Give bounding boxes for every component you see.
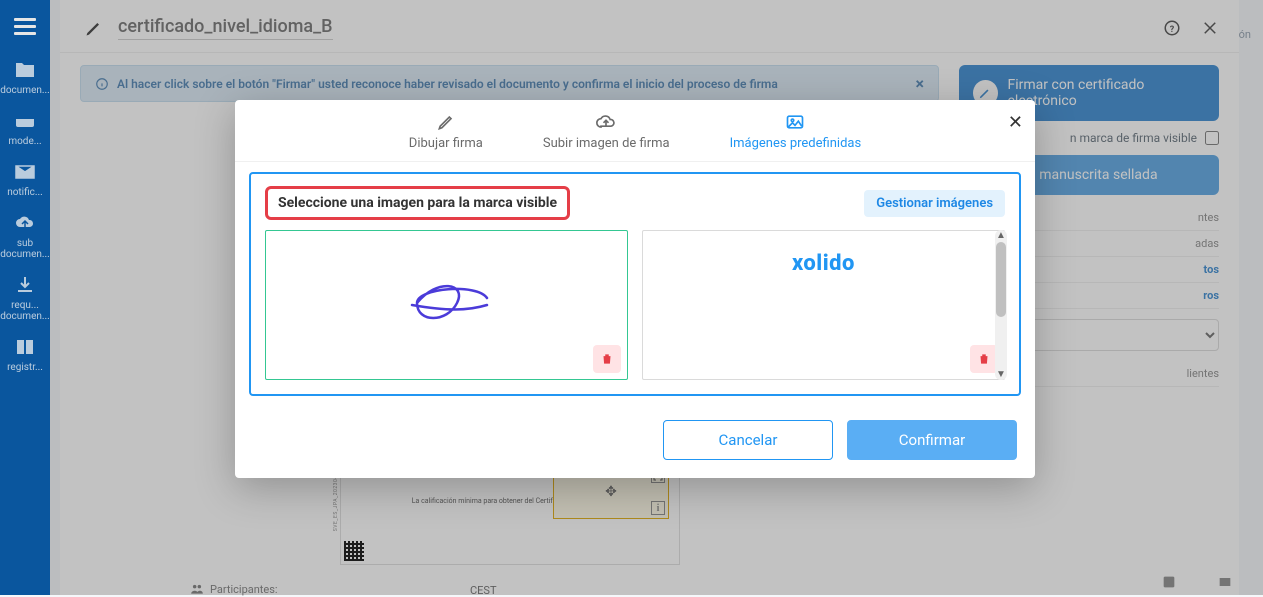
image-card-logo[interactable]: xolido — [642, 230, 1005, 380]
sidebar-item-records[interactable]: registr... — [1, 336, 49, 373]
sidebar-item-notifications[interactable]: notific... — [1, 161, 49, 198]
download-icon — [14, 274, 36, 296]
sidebar-item-upload-docs[interactable]: sub documen... — [1, 212, 49, 260]
modal-close-button[interactable]: ✕ — [1008, 112, 1023, 133]
scroll-up[interactable]: ▲ — [995, 230, 1007, 241]
cards-scrollbar[interactable]: ▲ ▼ — [995, 230, 1007, 380]
image-card-signature[interactable] — [265, 230, 628, 380]
tab-draw[interactable]: Dibujar firma — [409, 112, 483, 151]
menu-toggle[interactable] — [14, 14, 36, 39]
cancel-button[interactable]: Cancelar — [663, 420, 833, 460]
tab-predefined-label: Imágenes predefinidas — [730, 136, 862, 151]
delete-card-button[interactable] — [970, 345, 998, 373]
tab-draw-label: Dibujar firma — [409, 136, 483, 151]
cards-container: xolido ▲ ▼ — [265, 230, 1005, 380]
image-icon — [785, 112, 805, 132]
modal-body: Seleccione una imagen para la marca visi… — [249, 172, 1021, 396]
envelope-icon — [14, 161, 36, 183]
select-image-prompt: Seleccione una imagen para la marca visi… — [265, 186, 570, 220]
sidebar-label: sub documen... — [0, 238, 50, 260]
sidebar-label: documen... — [0, 85, 50, 96]
cloud-upload-icon — [14, 212, 36, 234]
cloud-upload-icon — [596, 112, 616, 132]
sidebar-label: requ... documen... — [0, 300, 50, 322]
sidebar-label: mode... — [8, 136, 41, 147]
folder-icon — [14, 59, 36, 81]
sidebar-label: notific... — [7, 187, 43, 198]
scroll-thumb[interactable] — [996, 242, 1006, 317]
tab-upload[interactable]: Subir imagen de firma — [543, 112, 670, 151]
logo-text: xolido — [792, 251, 855, 276]
sidebar-label: registr... — [7, 362, 43, 373]
sidebar: documen... mode... notific... sub docume… — [0, 0, 50, 595]
book-icon — [14, 336, 36, 358]
trash-icon — [600, 352, 614, 366]
card-icon — [14, 110, 36, 132]
sidebar-item-templates[interactable]: mode... — [1, 110, 49, 147]
tab-upload-label: Subir imagen de firma — [543, 136, 670, 151]
confirm-button[interactable]: Confirmar — [847, 420, 1017, 460]
modal-tabs: Dibujar firma Subir imagen de firma Imág… — [235, 100, 1035, 162]
trash-icon — [977, 352, 991, 366]
modal-footer: Cancelar Confirmar — [235, 410, 1035, 478]
manage-images-link[interactable]: Gestionar imágenes — [864, 190, 1005, 217]
sidebar-item-request-docs[interactable]: requ... documen... — [1, 274, 49, 322]
scroll-down[interactable]: ▼ — [995, 369, 1007, 380]
pencil-icon — [436, 112, 456, 132]
sidebar-item-documents[interactable]: documen... — [1, 59, 49, 96]
tab-predefined[interactable]: Imágenes predefinidas — [730, 112, 862, 151]
signature-scribble — [387, 273, 507, 337]
signature-image-modal: Dibujar firma Subir imagen de firma Imág… — [235, 100, 1035, 478]
delete-card-button[interactable] — [593, 345, 621, 373]
